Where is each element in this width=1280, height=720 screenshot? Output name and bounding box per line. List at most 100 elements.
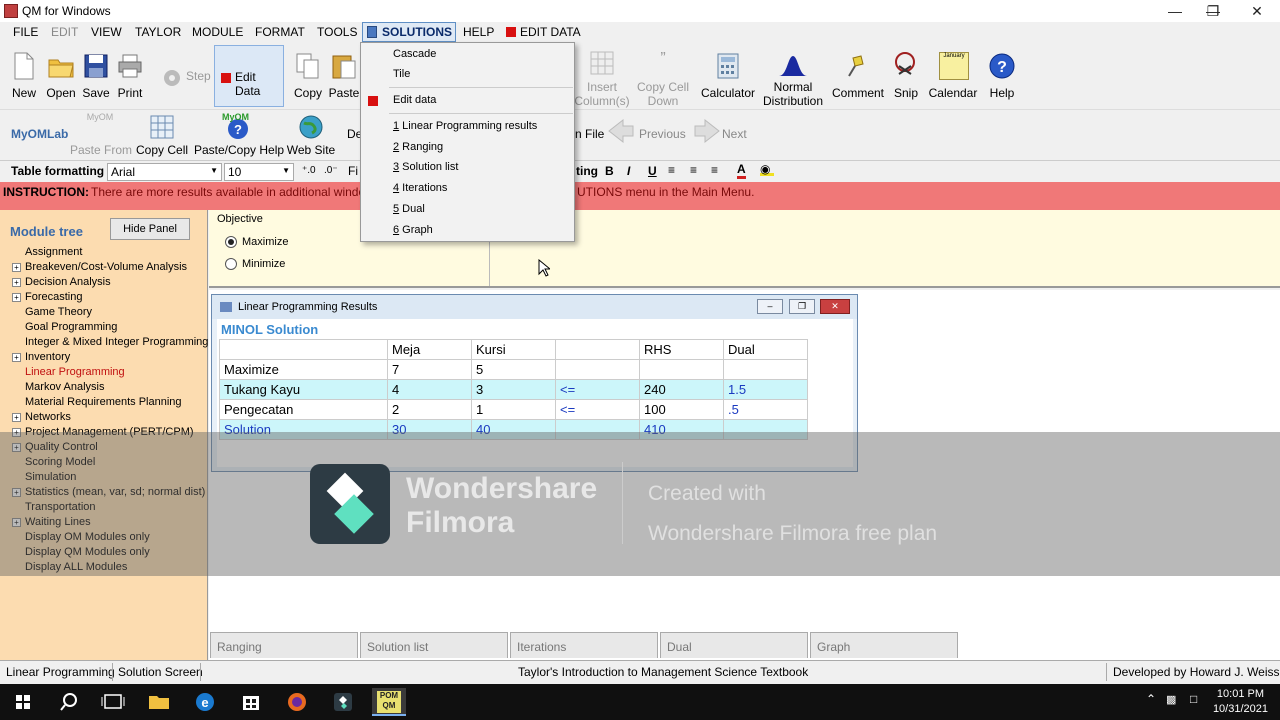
table-cell[interactable]: Maximize <box>219 359 388 380</box>
menu-taylor[interactable]: TAYLOR <box>135 25 181 39</box>
tree-item[interactable]: Linear Programming <box>12 366 125 381</box>
tree-item[interactable]: Integer & Mixed Integer Programming <box>12 336 208 351</box>
menu-format[interactable]: FORMAT <box>255 25 305 39</box>
decimal-increase-icon[interactable]: ⁺.0 <box>302 165 316 176</box>
menu-item-tile[interactable]: Tile <box>393 68 410 80</box>
snip-button[interactable]: Snip <box>888 48 924 106</box>
notification-icon[interactable]: □ <box>1190 692 1197 706</box>
lp-restore-button[interactable]: ❐ <box>789 299 815 314</box>
table-cell[interactable] <box>555 359 640 380</box>
tree-item[interactable]: + Decision Analysis <box>12 276 111 291</box>
tree-item[interactable]: + Forecasting <box>12 291 82 306</box>
menu-view[interactable]: VIEW <box>91 25 122 39</box>
menu-edit[interactable]: EDIT <box>51 25 78 39</box>
network-icon[interactable]: ▩ <box>1166 693 1176 706</box>
calendar-button[interactable]: January Calendar <box>926 48 980 106</box>
lp-results-titlebar[interactable]: Linear Programming Results – ❐ ✕ <box>212 295 857 319</box>
table-cell[interactable] <box>639 359 724 380</box>
menu-edit-data[interactable]: EDIT DATA <box>520 25 581 39</box>
expand-plus-icon[interactable]: + <box>12 263 21 272</box>
menu-help[interactable]: HELP <box>463 25 494 39</box>
menu-item-cascade[interactable]: Cascade <box>393 48 436 60</box>
table-cell[interactable]: 240 <box>639 379 724 400</box>
tree-item[interactable]: + Inventory <box>12 351 70 366</box>
tree-item[interactable]: Assignment <box>12 246 82 261</box>
copy-button[interactable]: Copy <box>290 48 326 106</box>
comment-button[interactable]: Comment <box>830 48 886 106</box>
menu-item-solution-window[interactable]: 1 Linear Programming results <box>393 120 537 132</box>
menu-item-solution-window[interactable]: 3 Solution list <box>393 161 458 173</box>
font-select[interactable]: Arial ▼ <box>107 163 222 181</box>
table-cell[interactable]: 4 <box>387 379 472 400</box>
menu-module[interactable]: MODULE <box>192 25 243 39</box>
align-center-icon[interactable]: ≡ <box>690 163 697 177</box>
paste-button[interactable]: Paste <box>328 48 360 106</box>
task-view-icon[interactable] <box>96 688 130 716</box>
tab-graph[interactable]: Graph <box>810 632 958 658</box>
expand-plus-icon[interactable]: + <box>12 413 21 422</box>
menu-tools[interactable]: TOOLS <box>317 25 357 39</box>
open-file-partial-label[interactable]: n File <box>575 127 604 141</box>
web-site-button[interactable]: Web Site <box>286 112 336 158</box>
help-button[interactable]: ? Help <box>984 48 1020 106</box>
table-cell[interactable]: <= <box>555 379 640 400</box>
align-left-icon[interactable]: ≡ <box>668 163 675 177</box>
font-size-select[interactable]: 10 ▼ <box>224 163 294 181</box>
windows-start-icon[interactable] <box>6 688 40 716</box>
tab-ranging[interactable]: Ranging <box>210 632 358 658</box>
window-restore-button[interactable]: ❐ <box>1190 0 1236 22</box>
table-cell[interactable]: 5 <box>471 359 556 380</box>
myomlab-link[interactable]: MyOMLab <box>11 127 68 141</box>
bold-icon[interactable]: B <box>605 164 614 178</box>
tab-iterations[interactable]: Iterations <box>510 632 658 658</box>
minimize-radio[interactable] <box>225 258 237 270</box>
table-cell[interactable]: Pengecatan <box>219 399 388 420</box>
expand-plus-icon[interactable]: + <box>12 278 21 287</box>
tree-item[interactable]: Markov Analysis <box>12 381 104 396</box>
menu-item-edit-data[interactable]: Edit data <box>393 94 436 106</box>
pom-qm-taskbar-button[interactable]: POM QM <box>372 688 406 716</box>
tab-dual[interactable]: Dual <box>660 632 808 658</box>
lp-minimize-button[interactable]: – <box>757 299 783 314</box>
underline-icon[interactable]: U <box>648 164 657 178</box>
table-cell[interactable]: 2 <box>387 399 472 420</box>
tree-item[interactable]: + Breakeven/Cost-Volume Analysis <box>12 261 187 276</box>
menu-solutions[interactable]: SOLUTIONS <box>362 22 456 42</box>
italic-icon[interactable]: I <box>627 164 630 178</box>
table-cell[interactable]: .5 <box>723 399 808 420</box>
step-button[interactable]: Step <box>156 48 212 106</box>
lp-close-button[interactable]: ✕ <box>820 299 850 314</box>
font-color-icon[interactable]: A <box>737 162 746 179</box>
edit-data-button[interactable]: Edit Data <box>214 45 284 107</box>
expand-plus-icon[interactable]: + <box>12 353 21 362</box>
file-explorer-icon[interactable] <box>142 688 176 716</box>
calculator-button[interactable]: Calculator <box>700 48 756 106</box>
expand-plus-icon[interactable]: + <box>12 293 21 302</box>
table-cell[interactable]: Tukang Kayu <box>219 379 388 400</box>
tray-chevron-icon[interactable]: ⌃ <box>1146 692 1156 706</box>
table-cell[interactable]: 1 <box>471 399 556 420</box>
previous-button[interactable]: Previous <box>639 127 686 141</box>
menu-file[interactable]: FILE <box>13 25 38 39</box>
new-button[interactable]: New <box>6 48 42 106</box>
tree-item[interactable]: + Networks <box>12 411 71 426</box>
tree-item[interactable]: Goal Programming <box>12 321 117 336</box>
open-button[interactable]: Open <box>44 48 78 106</box>
hide-panel-button[interactable]: Hide Panel <box>110 218 190 240</box>
table-cell[interactable]: 7 <box>387 359 472 380</box>
paste-from-button[interactable]: MyOM Paste From <box>70 112 132 158</box>
menu-item-solution-window[interactable]: 4 Iterations <box>393 182 447 194</box>
insert-columns-button[interactable]: Insert Column(s) <box>574 48 630 108</box>
filmora-taskbar-icon[interactable] <box>326 688 360 716</box>
menu-item-solution-window[interactable]: 6 Graph <box>393 224 433 236</box>
edge-browser-icon[interactable]: e <box>188 688 222 716</box>
window-close-button[interactable]: ✕ <box>1234 0 1280 22</box>
copy-cell-down-button[interactable]: ” Copy Cell Down <box>634 48 692 108</box>
align-right-icon[interactable]: ≡ <box>711 163 718 177</box>
table-cell[interactable]: <= <box>555 399 640 420</box>
copy-cell-button[interactable]: Copy Cell <box>136 112 188 158</box>
decimal-decrease-icon[interactable]: .0⁻ <box>324 165 338 176</box>
tab-solution-list[interactable]: Solution list <box>360 632 508 658</box>
normal-distribution-button[interactable]: Normal Distribution <box>760 48 826 108</box>
menu-item-solution-window[interactable]: 2 Ranging <box>393 141 443 153</box>
